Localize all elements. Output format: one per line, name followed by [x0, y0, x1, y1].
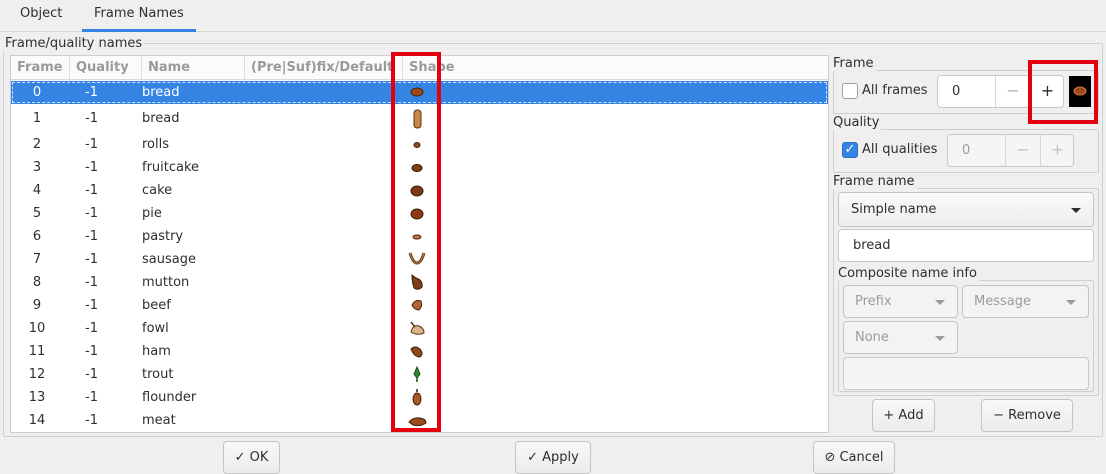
chevron-down-icon: [935, 300, 945, 305]
remove-button[interactable]: − Remove: [981, 399, 1073, 432]
name-cell: mutton: [142, 275, 190, 290]
quality-cell: -1: [85, 390, 98, 405]
name-cell: bread: [142, 111, 180, 126]
chevron-down-icon: [935, 336, 945, 341]
quality-cell: -1: [85, 229, 98, 244]
column-header-quality[interactable]: Quality: [70, 56, 142, 80]
frame-cell: 8: [32, 275, 42, 290]
frame-name-value: bread: [853, 238, 891, 253]
none-combo[interactable]: None: [843, 321, 958, 354]
all-frames-label: All frames: [862, 83, 928, 98]
quality-increment-button[interactable]: +: [1040, 135, 1074, 166]
all-qualities-checkbox[interactable]: ✓: [842, 142, 858, 158]
frame-cell: 10: [28, 321, 46, 336]
frame-cell: 14: [28, 413, 46, 428]
quality-cell: -1: [85, 111, 98, 126]
name-cell: rolls: [142, 137, 170, 152]
quality-cell: -1: [85, 321, 98, 336]
quality-cell: -1: [85, 137, 98, 152]
frame-name-group-label: Frame name: [831, 174, 917, 189]
frame-controls-highlight: [1028, 60, 1098, 124]
prefix-combo[interactable]: Prefix: [843, 285, 958, 318]
all-qualities-label: All qualities: [862, 142, 938, 157]
frame-cell: 2: [32, 137, 42, 152]
column-header-name[interactable]: Name: [142, 56, 245, 80]
name-cell: pastry: [142, 229, 184, 244]
quality-cell: -1: [85, 160, 98, 175]
frame-quality-group-label: Frame/quality names: [3, 36, 145, 51]
frame-cell: 13: [28, 390, 46, 405]
frame-cell: 12: [28, 367, 46, 382]
frame-decrement-button[interactable]: −: [995, 76, 1030, 107]
name-cell: ham: [142, 344, 171, 359]
quality-spinbutton[interactable]: 0 − +: [947, 134, 1074, 167]
column-header-shape[interactable]: Shape: [403, 56, 828, 80]
column-header-prefix-suffix-default[interactable]: (Pre|Suf)fix/Default: [245, 56, 403, 80]
quality-cell: -1: [85, 275, 98, 290]
frame-name-input[interactable]: bread: [838, 229, 1094, 262]
frame-cell: 4: [32, 183, 42, 198]
name-cell: cake: [142, 183, 173, 198]
frame-cell: 1: [32, 111, 42, 126]
quality-value[interactable]: 0: [962, 135, 970, 166]
quality-group-label: Quality: [831, 115, 882, 130]
chevron-down-icon: [1066, 300, 1076, 305]
name-cell: fowl: [142, 321, 169, 336]
frame-cell: 11: [28, 344, 46, 359]
none-label: None: [855, 330, 889, 345]
composite-text-input[interactable]: [843, 357, 1089, 390]
tab-frame-names[interactable]: Frame Names: [82, 0, 196, 32]
quality-cell: -1: [85, 206, 98, 221]
all-frames-checkbox[interactable]: [842, 83, 858, 99]
ok-button[interactable]: ✓ OK: [223, 441, 280, 474]
quality-cell: -1: [85, 252, 98, 267]
quality-decrement-button[interactable]: −: [1005, 135, 1040, 166]
name-type-combo[interactable]: Simple name: [838, 192, 1094, 227]
composite-name-group-label: Composite name info: [836, 266, 979, 281]
name-cell: flounder: [142, 390, 197, 405]
name-type-selected: Simple name: [851, 202, 937, 217]
name-cell: meat: [142, 413, 176, 428]
name-cell: pie: [142, 206, 162, 221]
frame-cell: 0: [32, 85, 42, 100]
frame-cell: 6: [32, 229, 42, 244]
name-cell: sausage: [142, 252, 196, 267]
frame-cell: 9: [32, 298, 42, 313]
quality-cell: -1: [85, 85, 98, 100]
tab-bar: Object Frame Names: [0, 0, 1106, 32]
quality-cell: -1: [85, 183, 98, 198]
apply-button[interactable]: ✓ Apply: [515, 441, 591, 474]
name-cell: bread: [142, 85, 180, 100]
quality-cell: -1: [85, 367, 98, 382]
frame-cell: 3: [32, 160, 42, 175]
message-combo[interactable]: Message: [962, 285, 1089, 318]
name-cell: fruitcake: [142, 160, 200, 175]
frame-group-label: Frame: [831, 56, 876, 71]
frame-cell: 5: [32, 206, 42, 221]
chevron-down-icon: [1071, 208, 1081, 213]
quality-cell: -1: [85, 298, 98, 313]
column-header-frame[interactable]: Frame: [11, 56, 70, 80]
prefix-label: Prefix: [855, 294, 892, 309]
frame-value[interactable]: 0: [952, 76, 960, 107]
quality-cell: -1: [85, 413, 98, 428]
tab-object[interactable]: Object: [8, 0, 74, 32]
add-button[interactable]: + Add: [872, 399, 935, 432]
quality-cell: -1: [85, 344, 98, 359]
frame-cell: 7: [32, 252, 42, 267]
shape-column-highlight: [391, 52, 441, 432]
message-label: Message: [974, 294, 1031, 309]
name-cell: trout: [142, 367, 174, 382]
cancel-button[interactable]: ⊘ Cancel: [813, 441, 895, 474]
name-cell: beef: [142, 298, 171, 313]
